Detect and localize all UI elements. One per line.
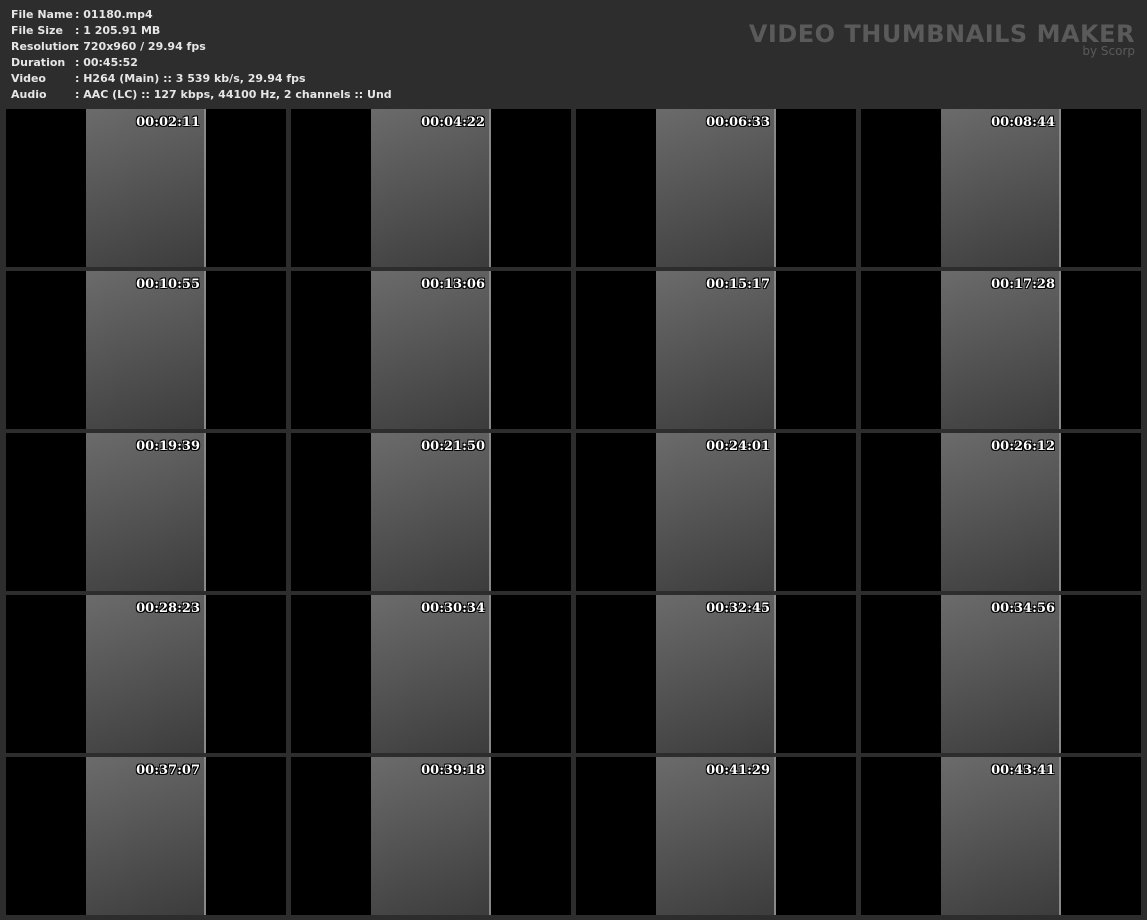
thumbnail-cell[interactable]: 00:04:22 [291,109,571,267]
thumbnail-frame: 00:06:33 [656,109,776,267]
info-label: File Name [11,8,73,21]
thumbnail-cell[interactable]: 00:21:50 [291,433,571,591]
info-row: Resolution: 720x960 / 29.94 fps [11,39,392,55]
thumbnail-frame: 00:10:55 [86,271,206,429]
info-label: Video [11,72,46,85]
thumbnail-cell[interactable]: 00:32:45 [576,595,856,753]
timestamp: 00:17:28 [991,277,1055,292]
thumbnail-frame: 00:32:45 [656,595,776,753]
timestamp: 00:30:34 [421,601,485,616]
timestamp: 00:24:01 [706,439,770,454]
timestamp: 00:37:07 [136,763,200,778]
info-label: Audio [11,88,47,101]
timestamp: 00:28:23 [136,601,200,616]
thumbnail-frame: 00:04:22 [371,109,491,267]
info-row: File Name: 01180.mp4 [11,7,392,23]
thumbnail-frame: 00:43:41 [941,757,1061,915]
thumbnail-cell[interactable]: 00:39:18 [291,757,571,915]
timestamp: 00:26:12 [991,439,1055,454]
thumbnail-frame: 00:19:39 [86,433,206,591]
thumbnail-cell[interactable]: 00:13:06 [291,271,571,429]
info-row: Audio : AAC (LC) :: 127 kbps, 44100 Hz, 2… [11,87,392,103]
timestamp: 00:15:17 [706,277,770,292]
thumbnail-frame: 00:30:34 [371,595,491,753]
info-value: : 720x960 / 29.94 fps [75,40,206,53]
thumbnail-frame: 00:17:28 [941,271,1061,429]
timestamp: 00:21:50 [421,439,485,454]
timestamp: 00:10:55 [136,277,200,292]
thumbnail-frame: 00:39:18 [371,757,491,915]
thumbnail-cell[interactable]: 00:19:39 [6,433,286,591]
thumbnail-cell[interactable]: 00:43:41 [861,757,1141,915]
info-label: File Size [11,24,63,37]
info-label: Resolution [11,40,78,53]
info-row: Video : H264 (Main) :: 3 539 kb/s, 29.94 … [11,71,392,87]
timestamp: 00:06:33 [706,115,770,130]
info-value: : 1 205.91 MB [75,24,161,37]
thumbnail-frame: 00:24:01 [656,433,776,591]
info-value: : H264 (Main) :: 3 539 kb/s, 29.94 fps [75,72,306,85]
timestamp: 00:02:11 [136,115,200,130]
thumbnail-frame: 00:13:06 [371,271,491,429]
info-value: : 00:45:52 [75,56,138,69]
file-info: File Name: 01180.mp4 File Size: 1 205.91 … [11,7,392,103]
timestamp: 00:41:29 [706,763,770,778]
thumbnail-cell[interactable]: 00:26:12 [861,433,1141,591]
brand-logo: VIDEO THUMBNAILS MAKER by Scorp [749,20,1135,58]
thumbnail-cell[interactable]: 00:02:11 [6,109,286,267]
info-value: : 01180.mp4 [75,8,153,21]
thumbnail-cell[interactable]: 00:24:01 [576,433,856,591]
timestamp: 00:13:06 [421,277,485,292]
timestamp: 00:32:45 [706,601,770,616]
thumbnail-cell[interactable]: 00:06:33 [576,109,856,267]
thumbnail-frame: 00:37:07 [86,757,206,915]
thumbnail-grid: 00:02:11 00:04:22 00:06:33 00:08:44 00:10:55… [6,109,1141,915]
timestamp: 00:43:41 [991,763,1055,778]
thumbnail-frame: 00:34:56 [941,595,1061,753]
info-row: File Size : 1 205.91 MB [11,23,392,39]
timestamp: 00:08:44 [991,115,1055,130]
thumbnail-frame: 00:21:50 [371,433,491,591]
thumbnail-frame: 00:08:44 [941,109,1061,267]
timestamp: 00:34:56 [991,601,1055,616]
thumbnail-cell[interactable]: 00:17:28 [861,271,1141,429]
thumbnail-cell[interactable]: 00:28:23 [6,595,286,753]
thumbnail-frame: 00:41:29 [656,757,776,915]
timestamp: 00:04:22 [421,115,485,130]
thumbnail-frame: 00:15:17 [656,271,776,429]
thumbnail-frame: 00:02:11 [86,109,206,267]
thumbnail-cell[interactable]: 00:41:29 [576,757,856,915]
info-label: Duration [11,56,66,69]
timestamp: 00:39:18 [421,763,485,778]
thumbnail-frame: 00:28:23 [86,595,206,753]
thumbnail-cell[interactable]: 00:30:34 [291,595,571,753]
thumbnail-cell[interactable]: 00:15:17 [576,271,856,429]
thumbnail-frame: 00:26:12 [941,433,1061,591]
thumbnail-cell[interactable]: 00:37:07 [6,757,286,915]
info-row: Duration : 00:45:52 [11,55,392,71]
thumbnail-cell[interactable]: 00:10:55 [6,271,286,429]
timestamp: 00:19:39 [136,439,200,454]
thumbnail-cell[interactable]: 00:34:56 [861,595,1141,753]
info-value: : AAC (LC) :: 127 kbps, 44100 Hz, 2 chan… [75,88,392,101]
thumbnail-cell[interactable]: 00:08:44 [861,109,1141,267]
brand-title: VIDEO THUMBNAILS MAKER [748,20,1135,48]
